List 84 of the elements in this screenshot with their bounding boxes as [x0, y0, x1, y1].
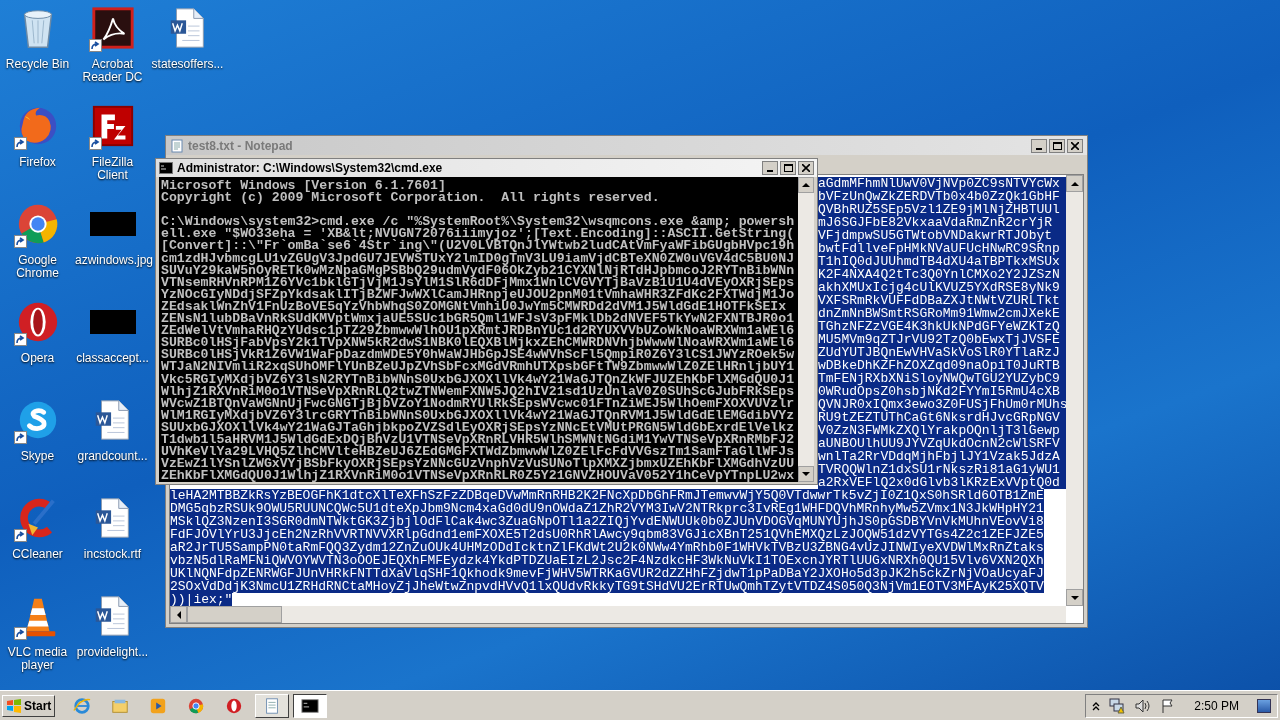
close-icon: [802, 164, 810, 172]
icon-label[interactable]: Opera: [0, 352, 75, 365]
icon-label[interactable]: azwindows.jpg: [75, 254, 150, 267]
desktop-icon[interactable]: grandcount...: [75, 396, 150, 494]
console-line: C:\Windows\system32>cmd.exe /c "%SystemRoot%\System32\wsqmcons.exe &amp; powersh: [161, 216, 796, 229]
chrome-icon: [187, 696, 206, 715]
console-line: ZEdsaklWnZhV1FnUzBoVE5qYzVhbWhqS0ZOMGNtVmhiU0JwYm5CMWRDd2dVM1J5WldGdE1HOTFkSEIx: [161, 300, 787, 314]
vertical-scrollbar[interactable]: [798, 177, 814, 483]
icon-label[interactable]: Google Chrome: [0, 254, 75, 280]
icon-label[interactable]: Recycle Bin: [0, 58, 75, 71]
console-line: WlhjZ1RXVnRiM0o1VTNSeVpXRnRLQ2twZTNWemFXNW5JQ2hIV21sd1UzUnlaV0Z0SUhScGJubFRkSEps: [161, 385, 796, 398]
maximize-button[interactable]: [1049, 138, 1065, 153]
console-line: Vkc5RGIyMXdjbVZ6Y3lsN2RYTnBibWNnS0UxbGJXOXllVk4wY21WaGJTQnZkWFJUZEhKbFlXMGdQU0J1: [161, 373, 796, 386]
icon-label[interactable]: FileZilla Client: [75, 156, 150, 182]
icon-label[interactable]: VLC media player: [0, 646, 75, 672]
desktop-icon[interactable]: azwindows.jpg: [75, 200, 150, 298]
desktop-icon[interactable]: Acrobat Reader DC: [75, 4, 150, 102]
start-button[interactable]: Start: [2, 694, 56, 717]
chevron-up-icon[interactable]: [1092, 700, 1101, 711]
desktop-icon[interactable]: incstock.rtf: [75, 494, 150, 592]
close-button[interactable]: [798, 161, 814, 175]
desktop-icon[interactable]: classaccept...: [75, 298, 150, 396]
console-line: VzEwZ1lYSnlZWGxVYjBSbFkyOXRjSEpsYzNNcGUzVnphVzVuSUNoTlpXMXZjbmxUZEhKbFlXMGdhVzUU: [161, 458, 796, 471]
image-thumbnail: [89, 212, 136, 236]
network-icon[interactable]: [1108, 697, 1127, 714]
icon-label[interactable]: statesoffers...: [150, 58, 225, 71]
console-line: WTJaN2NIVmliR2xqSUhOMFlYUnBZeUJpZVhSbFcxMGdVRmhUTXpsbGFtTW9ZbmwwWlZ0ZElHRnljbUY1: [161, 361, 796, 374]
minimize-button[interactable]: [1031, 138, 1047, 153]
console-line: ZENsN1lubDBaVnRkSUdKMVptWmxjaUE5SUc1bGR5Qml1WFJsV3pFMklDb2dNVEF5TkYwN2FXNTBJR0o1: [161, 313, 796, 326]
window-title: Administrator: C:\Windows\System32\cmd.exe: [177, 160, 443, 177]
icon-label[interactable]: grandcount...: [75, 450, 150, 463]
console-line: Copyright (c) 2009 Microsoft Corporation. All rights reserved.: [161, 192, 661, 205]
horizontal-scrollbar[interactable]: [170, 606, 1066, 623]
minimize-button[interactable]: [762, 161, 778, 175]
desktop-icon[interactable]: statesoffers...: [150, 4, 225, 102]
desktop-icon[interactable]: Skype: [0, 396, 75, 494]
icon-label[interactable]: incstock.rtf: [75, 548, 150, 561]
console-line: VTNsemRHVnRPM1Z6YVc1bklGTjVjM1JsYlM1SlR6dDFjMmx1WnlCVGVYTjBaVzB1U1U4dVEyOXRjSEps: [161, 276, 796, 289]
desktop-icon[interactable]: VLC media player: [0, 592, 75, 690]
desktop-icon[interactable]: Recycle Bin: [0, 4, 75, 102]
show-desktop-button[interactable]: [1257, 698, 1271, 713]
icon-label[interactable]: Firefox: [0, 156, 75, 169]
desktop-icon[interactable]: Google Chrome: [0, 200, 75, 298]
console-line: cm1zdHJvbmcgLU1vZGUgV3JpdGU7JEVWSTUxY2lmID0gTmV3LU9iamVjdCBTeXN0ZW0uVGV4dC5BU0NJ: [161, 252, 796, 265]
opera-icon: [225, 696, 244, 715]
console-line: Microsoft Windows [Version 6.1.7601]: [161, 180, 446, 193]
console-line: WlM1RGIyMXdjbVZ6Y3lrcGRYTnBibWNnS0UxbGJXOXllVk4wY21WaGJTQnRVM1J5WldGdElEMGdibVYz: [161, 409, 796, 422]
console-line: SUVuY29kaW5nOyRETk0wMzNpaGMgPSBbQ29udmVydF06OkZyb21CYXNlNjRTdHJpbmcoJ2RYTnBibWNn: [161, 264, 796, 277]
desktop-icon[interactable]: CCleaner: [0, 494, 75, 592]
console-line: WVcwZ1BTQnVaWGNnUjFwcGNGTjBjbVZoY1NodmRYUlRkSEpsWVcwc01FTnZiWEJ5WlhOemFXOXVUVzlr: [161, 397, 796, 410]
desktop-icon[interactable]: Firefox: [0, 102, 75, 200]
console-line: T1dwb1l5aHRVM1J5WldGdExDQjBhVzU1VTNSeVpXRnRLVHR5WlhSMWNtNGdiM1YwVTNSeVpXRnRMbFJ2: [161, 433, 796, 447]
console-icon: [159, 162, 173, 174]
windows-logo-icon: [6, 698, 22, 713]
icon-label[interactable]: providelight...: [75, 646, 150, 659]
maximize-button[interactable]: [780, 161, 796, 175]
icon-label[interactable]: CCleaner: [0, 548, 75, 561]
desktop-icon[interactable]: FileZilla Client: [75, 102, 150, 200]
vertical-scrollbar[interactable]: [1066, 175, 1083, 606]
desktop-icon[interactable]: Opera: [0, 298, 75, 396]
console-line: UVhKeVlYa29LVHQ5ZlhCMVlteHBZeUJ6ZEdGMGFXTWdZbmwwWlZ0ZElFcFdVVGszTm1SamFTaGllWFJs: [161, 446, 796, 459]
image-thumbnail: [89, 310, 136, 334]
close-button[interactable]: [1067, 138, 1083, 153]
console-line: SURBc0lHSjVkR1Z6VW1WaFpDazdmWDE5Y0hWaWJHbGpJSE4wWVhScFl5QmpiR0Z6Y3lCS1JWYzROek5w: [161, 349, 796, 362]
window-title: test8.txt - Notepad: [188, 137, 293, 155]
media-player-icon: [149, 696, 168, 715]
icon-label[interactable]: Skype: [0, 450, 75, 463]
console-line: ZEhKbFlXMGdQU0J1WlhjZ1RXVnRiM0o1VTNSeVpXRnRLR0Z5Y21GNVZHOUVaV052Y1hCeVpYTnpLU2wx: [161, 470, 796, 483]
close-icon: [1071, 141, 1079, 150]
console-line: SURBc0lHSjFabVpsY2k1TVpXNW5kR2dwS1NBK0lEQXBlMjkxZEhCMWRDNVhjbWwwWlNoaWRXWm1aWEl6: [161, 337, 796, 350]
console-line: [Convert]::\"Fr`omBa`se6`4Str`ing\"(U2V0LVBTQnJlYWtwb2ludCAtVmFyaWFibGUgbHVpc19h: [161, 240, 796, 253]
notepad-icon: [170, 138, 184, 153]
pdf-icon: [89, 5, 136, 51]
console-line: SUUxbGJXOXllVk4wY21WaGJTaGhjbkpoZVZSdlEyOXRjSEpsYzNNcEtVMUtPRGN5WldGbExrdElVelkz: [161, 421, 796, 434]
console-line: ZEdWelVtVmhaRHQzYUdsc1pTZ29ZbmwwWlhOU1pXRmtJRDBnYUc1d2RYUXVVbUZoWkNoaWRXWm1aWEl6: [161, 325, 796, 338]
clock-time[interactable]: 2:50 PM: [1194, 696, 1239, 715]
taskbar-button[interactable]: [293, 693, 328, 718]
console-line: YzNOcGIyNDdjSFZpYkdsaklITjBZWFJwWXlCamJHRnpjeUJOU2pnM01tVmhaWHR3ZFdKc2FXTWdjM1Jo: [161, 288, 796, 301]
desktop-icon[interactable]: providelight...: [75, 592, 150, 690]
speaker-icon[interactable]: [1134, 697, 1153, 714]
internet-explorer-icon: [73, 696, 92, 715]
icon-label[interactable]: classaccept...: [75, 352, 150, 365]
icon-label[interactable]: Acrobat Reader DC: [75, 58, 150, 84]
console-icon: [301, 696, 320, 715]
